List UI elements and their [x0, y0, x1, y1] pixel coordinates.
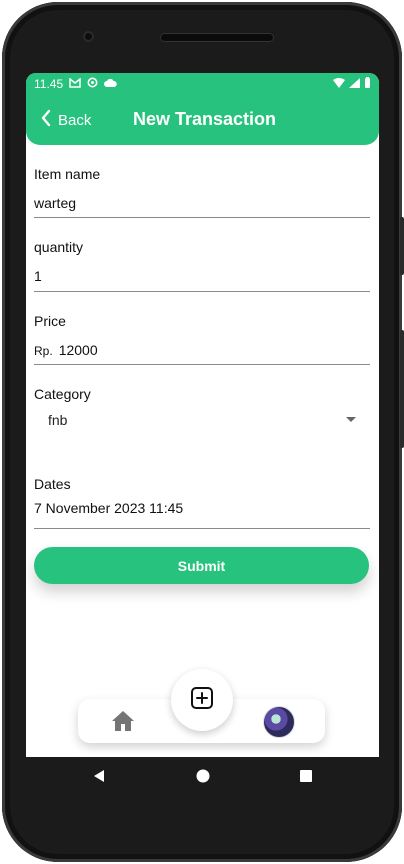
back-button[interactable]: Back	[40, 107, 91, 133]
item-name-value: warteg	[34, 195, 77, 211]
add-icon	[190, 686, 214, 715]
price-value: 12000	[58, 342, 98, 358]
status-time: 11.45	[34, 77, 64, 91]
quantity-value: 1	[34, 268, 42, 284]
dates-label: Dates	[34, 476, 71, 492]
category-label: Category	[34, 386, 91, 402]
dates-field[interactable]: 7 November 2023 11:45	[34, 500, 183, 516]
app-bar: Back New Transaction	[26, 95, 379, 145]
item-name-label: Item name	[34, 166, 101, 182]
dropdown-arrow-icon	[346, 417, 356, 422]
add-transaction-button[interactable]	[171, 669, 233, 731]
category-value: fnb	[48, 412, 68, 428]
earpiece-speaker	[160, 33, 274, 42]
item-name-field[interactable]: warteg	[34, 195, 76, 211]
battery-icon	[364, 77, 371, 91]
recents-icon[interactable]	[299, 769, 313, 788]
status-bar: 11.45	[26, 73, 379, 95]
category-select[interactable]: fnb	[34, 405, 370, 435]
price-label: Price	[34, 313, 66, 329]
page-title: New Transaction	[133, 109, 277, 129]
profile-avatar[interactable]	[263, 706, 295, 738]
home-circle-icon[interactable]	[196, 769, 210, 788]
home-icon[interactable]	[110, 709, 136, 733]
system-navigation-bar	[26, 757, 379, 799]
cloud-icon	[104, 77, 117, 91]
price-underline	[34, 364, 370, 365]
signal-icon	[349, 77, 360, 91]
volume-button	[400, 217, 404, 275]
wifi-icon	[333, 77, 345, 91]
back-icon[interactable]	[92, 769, 106, 788]
dates-value: 7 November 2023 11:45	[34, 500, 184, 516]
front-camera	[83, 31, 94, 42]
dates-underline	[34, 528, 370, 529]
power-button	[400, 330, 404, 448]
phone-frame: 11.45 Back New Transaction Item name war…	[2, 2, 404, 862]
price-field[interactable]: Rp. 12000	[34, 342, 98, 358]
chevron-left-icon	[40, 109, 52, 131]
sync-icon	[87, 77, 98, 91]
item-name-underline	[34, 217, 370, 218]
submit-button[interactable]: Submit	[34, 547, 369, 584]
price-prefix: Rp.	[34, 344, 53, 358]
app-screen: 11.45 Back New Transaction Item name war…	[26, 73, 379, 757]
back-label: Back	[58, 111, 92, 129]
quantity-field[interactable]: 1	[34, 268, 42, 284]
quantity-label: quantity	[34, 239, 84, 255]
gmail-icon	[69, 77, 81, 91]
quantity-underline	[34, 291, 370, 292]
